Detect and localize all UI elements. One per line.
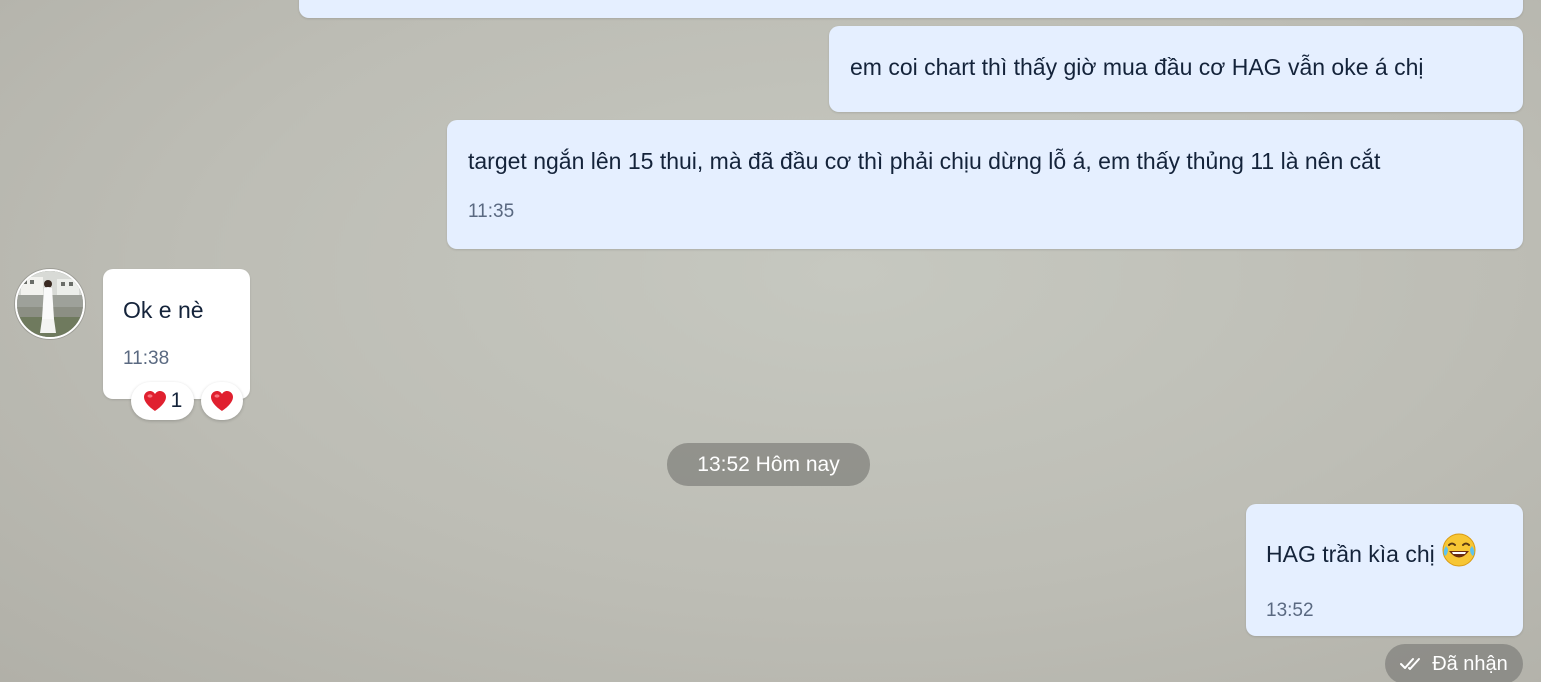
heart-icon bbox=[211, 391, 233, 411]
avatar[interactable] bbox=[15, 269, 85, 339]
delivery-status: Đã nhận bbox=[1385, 644, 1523, 682]
message-bubble-incoming[interactable]: Ok e nè 11:38 bbox=[103, 269, 250, 399]
date-divider: 13:52 Hôm nay bbox=[667, 443, 870, 486]
message-time: 13:52 bbox=[1266, 600, 1314, 621]
chat-area: em coi chart thì thấy giờ mua đầu cơ HAG… bbox=[0, 0, 1541, 682]
message-text-content: HAG trần kìa chị bbox=[1266, 541, 1435, 567]
message-bubble-outgoing[interactable]: HAG trần kìa chị 13:52 bbox=[1246, 504, 1523, 636]
laugh-cry-emoji-icon bbox=[1441, 532, 1477, 575]
date-divider-label: 13:52 Hôm nay bbox=[697, 452, 840, 476]
message-bubble-previous[interactable] bbox=[299, 0, 1523, 18]
message-time: 11:35 bbox=[468, 201, 515, 222]
message-text: HAG trần kìa chị bbox=[1266, 532, 1505, 575]
message-time: 11:38 bbox=[123, 348, 170, 369]
delivery-status-label: Đã nhận bbox=[1432, 652, 1508, 675]
double-check-icon bbox=[1400, 658, 1421, 670]
message-text: target ngắn lên 15 thui, mà đã đầu cơ th… bbox=[468, 148, 1381, 174]
message-bubble-outgoing[interactable]: em coi chart thì thấy giờ mua đầu cơ HAG… bbox=[829, 26, 1523, 112]
message-text: Ok e nè bbox=[123, 297, 204, 323]
reaction-count: 1 bbox=[170, 389, 183, 412]
react-heart-button[interactable] bbox=[201, 382, 243, 420]
reaction-summary[interactable]: 1 bbox=[131, 382, 194, 420]
avatar-photo bbox=[17, 271, 83, 337]
message-text: em coi chart thì thấy giờ mua đầu cơ HAG… bbox=[850, 54, 1424, 80]
message-bubble-outgoing[interactable]: target ngắn lên 15 thui, mà đã đầu cơ th… bbox=[447, 120, 1523, 249]
heart-icon bbox=[143, 391, 166, 411]
